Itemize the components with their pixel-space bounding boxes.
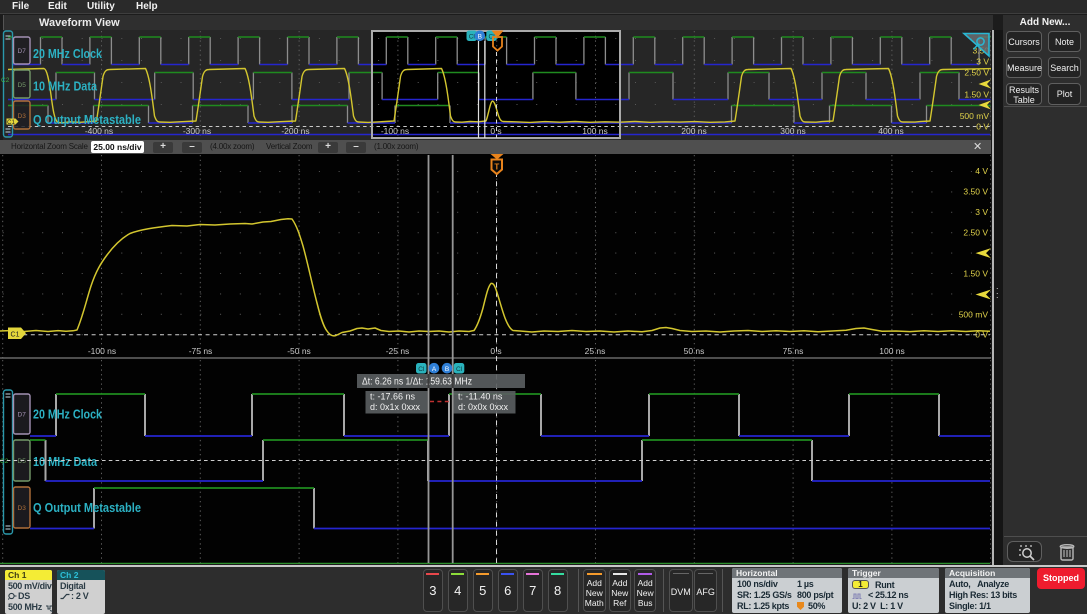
svg-text:Cl: Cl [456, 366, 463, 373]
svg-text:2.50 V: 2.50 V [963, 228, 988, 238]
svg-text:-400 ns: -400 ns [85, 126, 113, 136]
svg-text:0 V: 0 V [975, 330, 988, 340]
svg-text:t: -11.40 ns: t: -11.40 ns [458, 392, 503, 402]
svg-text:0 s: 0 s [490, 126, 501, 136]
svg-text:D7: D7 [18, 48, 27, 55]
svg-text:Q Output Metastable: Q Output Metastable [33, 113, 141, 127]
svg-text:3 V: 3 V [976, 57, 989, 67]
svg-text:t: -17.66 ns: t: -17.66 ns [370, 392, 416, 402]
svg-text:D5: D5 [18, 458, 27, 465]
svg-text:D3: D3 [18, 505, 27, 512]
svg-text:25 ns: 25 ns [585, 346, 606, 356]
svg-text:-50 ns: -50 ns [287, 346, 311, 356]
svg-text:3.50 V: 3.50 V [963, 187, 988, 197]
svg-text:B: B [445, 366, 449, 373]
svg-text:-75 ns: -75 ns [189, 346, 213, 356]
svg-text:C2: C2 [0, 458, 9, 465]
svg-text:100 ns: 100 ns [879, 346, 905, 356]
svg-text:Cl: Cl [418, 366, 425, 373]
svg-text:-25 ns: -25 ns [386, 346, 410, 356]
svg-text:75 ns: 75 ns [783, 346, 804, 356]
svg-text:200 ns: 200 ns [681, 126, 707, 136]
svg-text:10 MHz Data: 10 MHz Data [33, 80, 98, 94]
svg-text:300 ns: 300 ns [780, 126, 806, 136]
svg-text:C2: C2 [1, 77, 10, 84]
svg-text:4 V: 4 V [975, 166, 988, 176]
svg-text:100 ns: 100 ns [582, 126, 608, 136]
svg-text:B: B [478, 34, 482, 41]
svg-text:20 MHz Clock: 20 MHz Clock [33, 47, 102, 61]
svg-text:1.50 V: 1.50 V [964, 90, 989, 100]
svg-text:50 ns: 50 ns [684, 346, 705, 356]
svg-text:-200 ns: -200 ns [281, 126, 309, 136]
svg-text:-100 ns: -100 ns [381, 126, 409, 136]
svg-text:C1: C1 [7, 120, 15, 126]
svg-text:Δt: 6.26 ns 1/Δt: 159.63 MHz: Δt: 6.26 ns 1/Δt: 159.63 MHz [362, 377, 472, 388]
svg-text:20 MHz Clock: 20 MHz Clock [33, 408, 102, 422]
svg-text:Cl: Cl [469, 34, 476, 41]
svg-text:3 V: 3 V [975, 207, 988, 217]
svg-text:D3: D3 [18, 113, 27, 120]
svg-text:-300 ns: -300 ns [183, 126, 211, 136]
svg-text:d: 0x0x 0xxx: d: 0x0x 0xxx [458, 402, 509, 412]
svg-text:10 MHz Data: 10 MHz Data [33, 455, 98, 469]
svg-text:d: 0x1x 0xxx: d: 0x1x 0xxx [370, 402, 421, 412]
svg-text:400 ns: 400 ns [878, 126, 904, 136]
svg-text:C1: C1 [11, 332, 20, 339]
svg-text:2.50 V: 2.50 V [964, 68, 989, 78]
svg-text:D5: D5 [18, 82, 27, 89]
svg-text:500 mV: 500 mV [959, 310, 989, 320]
svg-text:A: A [432, 366, 437, 373]
svg-text:Q Output Metastable: Q Output Metastable [33, 501, 141, 515]
svg-text:0 V: 0 V [976, 122, 989, 132]
svg-text:500 mV: 500 mV [960, 111, 990, 121]
svg-text:-100 ns: -100 ns [88, 346, 116, 356]
svg-text:T: T [494, 163, 499, 172]
svg-text:1.50 V: 1.50 V [963, 269, 988, 279]
svg-text:D7: D7 [18, 412, 27, 419]
